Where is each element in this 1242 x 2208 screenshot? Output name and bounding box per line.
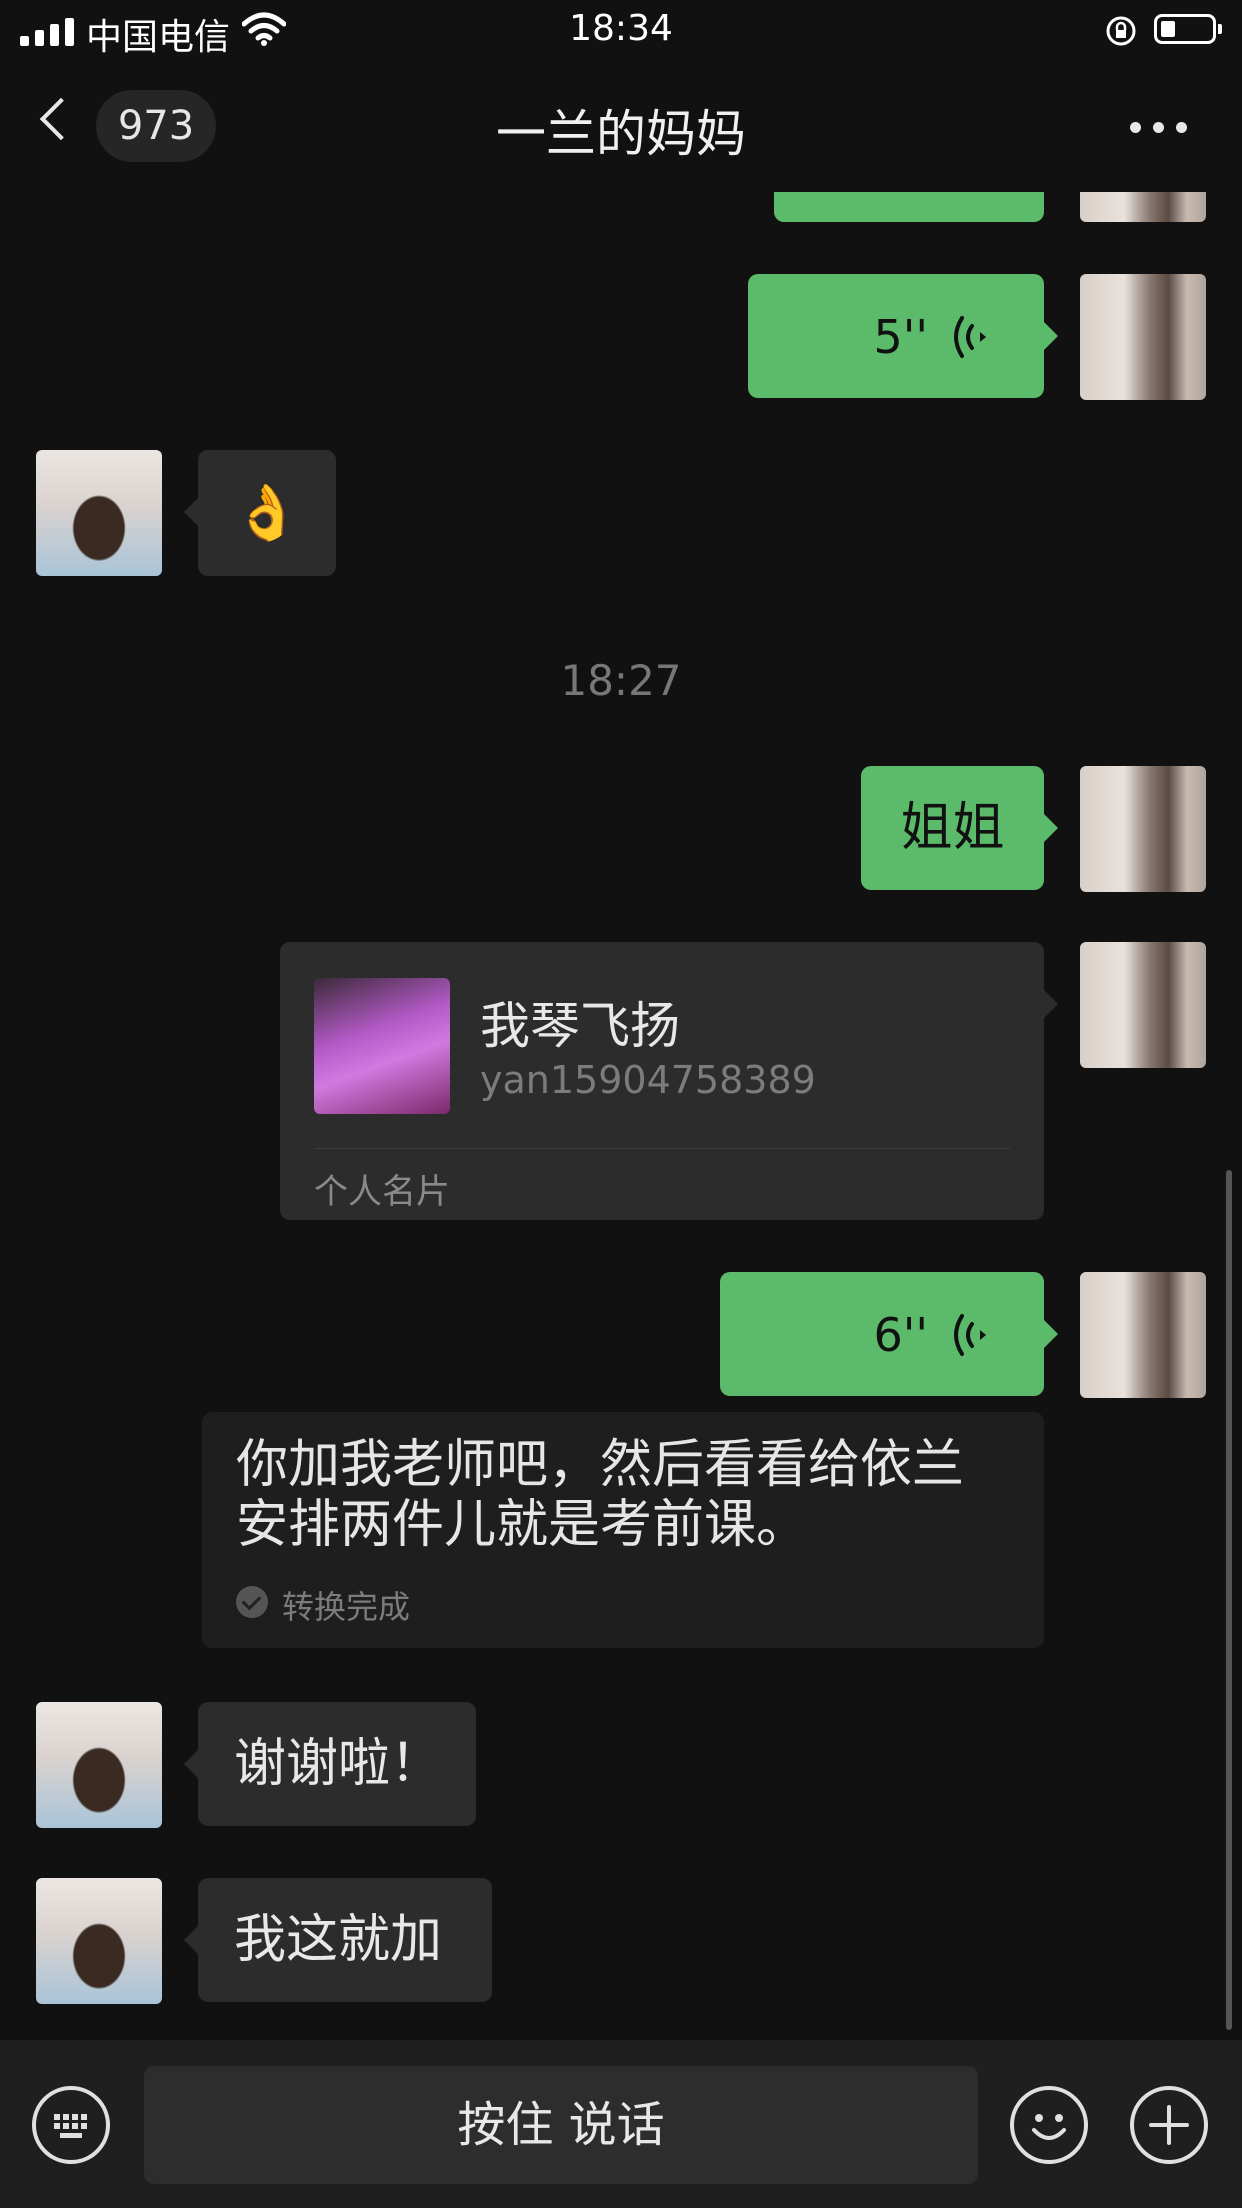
transcription-line-1: 你加我老师吧，然后看看给依兰: [236, 1435, 965, 1495]
message-text: 谢谢啦！: [234, 1734, 443, 1794]
card-type-label: 个人名片: [314, 1172, 450, 1212]
contact-card-message[interactable]: 我琴飞扬 yan15904758389 个人名片: [280, 942, 1058, 1220]
message-text: 我这就加: [234, 1910, 443, 1970]
rotation-lock-icon: [1106, 16, 1136, 46]
my-avatar[interactable]: [1080, 766, 1206, 892]
chat-scrollbar[interactable]: [1226, 1170, 1232, 2030]
contact-avatar[interactable]: [36, 1878, 162, 2004]
chat-header: 973 一兰的妈妈: [0, 62, 1242, 192]
emoji-message[interactable]: 👌: [184, 450, 336, 576]
transcription-line-2: 安排两件儿就是考前课。: [236, 1495, 809, 1555]
voice-duration: 6'': [873, 1308, 928, 1362]
voice-message[interactable]: 6'': [720, 1272, 1058, 1396]
voice-message[interactable]: 5'': [748, 274, 1058, 398]
keyboard-icon: [54, 2114, 87, 2138]
more-options-icon[interactable]: [1130, 122, 1187, 133]
text-message[interactable]: 姐姐: [861, 766, 1058, 890]
emoji-button[interactable]: [1010, 2086, 1088, 2164]
check-circle-icon: [236, 1586, 268, 1618]
card-id: yan15904758389: [480, 1058, 816, 1102]
voice-duration: 5'': [873, 310, 928, 364]
voice-transcription[interactable]: 你加我老师吧，然后看看给依兰 安排两件儿就是考前课。 转换完成: [202, 1412, 1044, 1648]
my-avatar[interactable]: [1080, 274, 1206, 400]
input-bar: 按住 说话: [0, 2040, 1242, 2208]
contact-avatar[interactable]: [36, 450, 162, 576]
card-name: 我琴飞扬: [480, 997, 680, 1055]
card-photo: [314, 978, 450, 1114]
transcription-status: 转换完成: [282, 1588, 411, 1626]
more-actions-button[interactable]: [1130, 2086, 1208, 2164]
plus-icon: [1149, 2105, 1189, 2145]
hold-to-talk-button[interactable]: 按住 说话: [144, 2066, 978, 2184]
message-timestamp: 18:27: [560, 656, 682, 705]
chat-title: 一兰的妈妈: [496, 105, 746, 163]
voice-wave-icon: [954, 1314, 986, 1356]
message-bubble-partial[interactable]: [774, 192, 1044, 222]
my-avatar[interactable]: [1080, 192, 1206, 222]
battery-icon: [1154, 14, 1222, 44]
contact-avatar[interactable]: [36, 1702, 162, 1828]
text-message[interactable]: 我这就加: [184, 1878, 492, 2002]
card-divider: [314, 1148, 1010, 1149]
keyboard-toggle-button[interactable]: [32, 2086, 110, 2164]
message-text: 姐姐: [900, 798, 1005, 858]
my-avatar[interactable]: [1080, 1272, 1206, 1398]
my-avatar[interactable]: [1080, 942, 1206, 1068]
ok-hand-emoji: 👌: [233, 481, 301, 544]
voice-wave-icon: [954, 316, 986, 358]
text-message[interactable]: 谢谢啦！: [184, 1702, 476, 1826]
smiley-icon: [1032, 2114, 1066, 2140]
status-bar: 中国电信 18:34: [0, 0, 1242, 62]
clock: 18:34: [569, 8, 673, 49]
